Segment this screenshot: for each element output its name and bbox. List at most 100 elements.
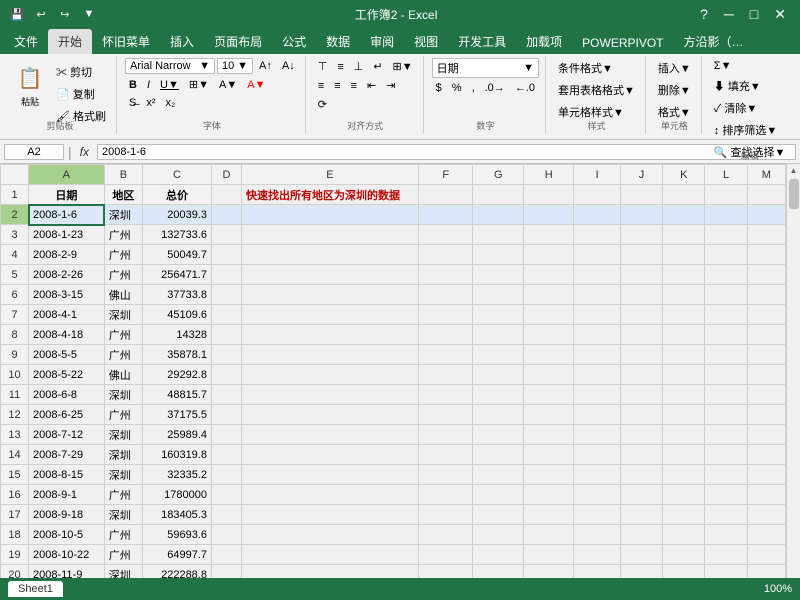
cell-A3[interactable]: 2008-1-23 [29, 225, 105, 245]
cell-I9[interactable] [574, 345, 620, 365]
cell-E14[interactable] [241, 445, 418, 465]
cell-E13[interactable] [241, 425, 418, 445]
cell-I6[interactable] [574, 285, 620, 305]
cell-M2[interactable] [747, 205, 785, 225]
cell-E5[interactable] [241, 265, 418, 285]
cell-L9[interactable] [705, 345, 747, 365]
cell-A1[interactable]: 日期 [29, 185, 105, 205]
cell-M4[interactable] [747, 245, 785, 265]
cell-B11[interactable]: 深圳 [104, 385, 142, 405]
cell-L8[interactable] [705, 325, 747, 345]
cell-E2[interactable] [241, 205, 418, 225]
cell-L16[interactable] [705, 485, 747, 505]
cell-B13[interactable]: 深圳 [104, 425, 142, 445]
row-header-15[interactable]: 15 [1, 465, 29, 485]
tab-developer[interactable]: 开发工具 [448, 29, 516, 54]
cell-G16[interactable] [473, 485, 523, 505]
bold-button[interactable]: B [125, 77, 141, 93]
cell-F9[interactable] [418, 345, 473, 365]
cell-C3[interactable]: 132733.6 [143, 225, 212, 245]
cell-J7[interactable] [620, 305, 662, 325]
cell-C6[interactable]: 37733.8 [143, 285, 212, 305]
cell-G12[interactable] [473, 405, 523, 425]
percent-button[interactable]: % [448, 80, 466, 96]
cell-L18[interactable] [705, 525, 747, 545]
row-header-17[interactable]: 17 [1, 505, 29, 525]
cell-M6[interactable] [747, 285, 785, 305]
cell-I17[interactable] [574, 505, 620, 525]
row-header-9[interactable]: 9 [1, 345, 29, 365]
cell-K15[interactable] [663, 465, 705, 485]
cell-J12[interactable] [620, 405, 662, 425]
row-header-7[interactable]: 7 [1, 305, 29, 325]
cell-I14[interactable] [574, 445, 620, 465]
cell-F8[interactable] [418, 325, 473, 345]
cell-K12[interactable] [663, 405, 705, 425]
cell-I1[interactable] [574, 185, 620, 205]
cell-L14[interactable] [705, 445, 747, 465]
cell-L19[interactable] [705, 545, 747, 565]
cell-C16[interactable]: 1780000 [143, 485, 212, 505]
clear-button[interactable]: ✓ 清除▼ [710, 98, 790, 118]
cell-A9[interactable]: 2008-5-5 [29, 345, 105, 365]
cell-L15[interactable] [705, 465, 747, 485]
cell-I15[interactable] [574, 465, 620, 485]
cell-G19[interactable] [473, 545, 523, 565]
cell-G6[interactable] [473, 285, 523, 305]
row-header-12[interactable]: 12 [1, 405, 29, 425]
scroll-up-arrow[interactable]: ▲ [788, 164, 800, 177]
comma-button[interactable]: , [468, 80, 479, 96]
cell-H7[interactable] [523, 305, 573, 325]
col-header-F[interactable]: F [418, 165, 473, 185]
cell-F1[interactable] [418, 185, 473, 205]
cell-G9[interactable] [473, 345, 523, 365]
cell-D9[interactable] [211, 345, 241, 365]
name-box[interactable]: A2 [4, 144, 64, 160]
cell-C14[interactable]: 160319.8 [143, 445, 212, 465]
decrease-decimal-button[interactable]: ←.0 [511, 80, 539, 96]
cell-F12[interactable] [418, 405, 473, 425]
cell-I12[interactable] [574, 405, 620, 425]
cell-H3[interactable] [523, 225, 573, 245]
cell-C19[interactable]: 64997.7 [143, 545, 212, 565]
cell-H14[interactable] [523, 445, 573, 465]
copy-button[interactable]: 📄 复制 [52, 84, 110, 104]
cell-E10[interactable] [241, 365, 418, 385]
cell-B5[interactable]: 广州 [104, 265, 142, 285]
cell-L2[interactable] [705, 205, 747, 225]
cell-M11[interactable] [747, 385, 785, 405]
cell-E15[interactable] [241, 465, 418, 485]
cell-H1[interactable] [523, 185, 573, 205]
cell-C12[interactable]: 37175.5 [143, 405, 212, 425]
subscript-button[interactable]: x₂ [162, 95, 180, 111]
qat-more-icon[interactable]: ▼ [80, 5, 98, 23]
cell-A5[interactable]: 2008-2-26 [29, 265, 105, 285]
cell-K6[interactable] [663, 285, 705, 305]
cell-H11[interactable] [523, 385, 573, 405]
cell-D19[interactable] [211, 545, 241, 565]
cell-L4[interactable] [705, 245, 747, 265]
cell-B18[interactable]: 广州 [104, 525, 142, 545]
cell-J6[interactable] [620, 285, 662, 305]
cell-C18[interactable]: 59693.6 [143, 525, 212, 545]
col-header-B[interactable]: B [104, 165, 142, 185]
tab-addins[interactable]: 加载项 [516, 29, 572, 54]
cell-M5[interactable] [747, 265, 785, 285]
cell-J13[interactable] [620, 425, 662, 445]
align-right-button[interactable]: ≡ [347, 77, 361, 94]
cell-F10[interactable] [418, 365, 473, 385]
font-color-button[interactable]: A▼ [243, 77, 269, 93]
cell-B8[interactable]: 广州 [104, 325, 142, 345]
row-header-18[interactable]: 18 [1, 525, 29, 545]
cell-C11[interactable]: 48815.7 [143, 385, 212, 405]
cell-H15[interactable] [523, 465, 573, 485]
col-header-L[interactable]: L [705, 165, 747, 185]
row-header-2[interactable]: 2 [1, 205, 29, 225]
cell-M10[interactable] [747, 365, 785, 385]
tab-data[interactable]: 数据 [316, 29, 360, 54]
cell-C7[interactable]: 45109.6 [143, 305, 212, 325]
align-bottom-button[interactable]: ⊥ [350, 58, 368, 75]
cell-J10[interactable] [620, 365, 662, 385]
cell-D17[interactable] [211, 505, 241, 525]
cell-H6[interactable] [523, 285, 573, 305]
